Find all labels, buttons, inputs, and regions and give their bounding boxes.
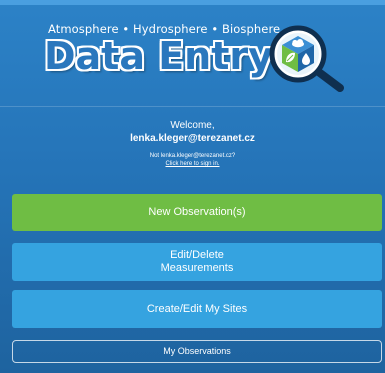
create-edit-sites-button[interactable]: Create/Edit My Sites [12, 290, 382, 328]
user-email: lenka.kleger@terezanet.cz [130, 133, 255, 144]
header-divider [0, 106, 385, 107]
edit-delete-measurements-button[interactable]: Edit/Delete Measurements [12, 243, 382, 281]
create-edit-sites-label: Create/Edit My Sites [146, 302, 248, 315]
app-header: Atmosphere • Hydrosphere • Biosphere Dat… [0, 0, 385, 108]
sign-in-link[interactable]: Click here to sign in. [0, 161, 385, 167]
welcome-text: Welcome, [170, 120, 215, 131]
new-observation-button[interactable]: New Observation(s) [12, 194, 382, 231]
magnifier-cube-icon [269, 25, 344, 92]
edit-delete-label-line2: Measurements [160, 262, 234, 274]
app-title: Data Entry [44, 34, 273, 78]
not-user-text: Not lenka.kleger@terezanet.cz? [149, 153, 236, 159]
new-observation-label: New Observation(s) [148, 206, 246, 218]
data-entry-screen: Atmosphere • Hydrosphere • Biosphere Dat… [0, 0, 385, 373]
my-observations-button[interactable]: My Observations [12, 340, 382, 363]
edit-delete-label-line1: Edit/Delete [170, 249, 224, 261]
my-observations-label: My Observations [163, 346, 231, 356]
